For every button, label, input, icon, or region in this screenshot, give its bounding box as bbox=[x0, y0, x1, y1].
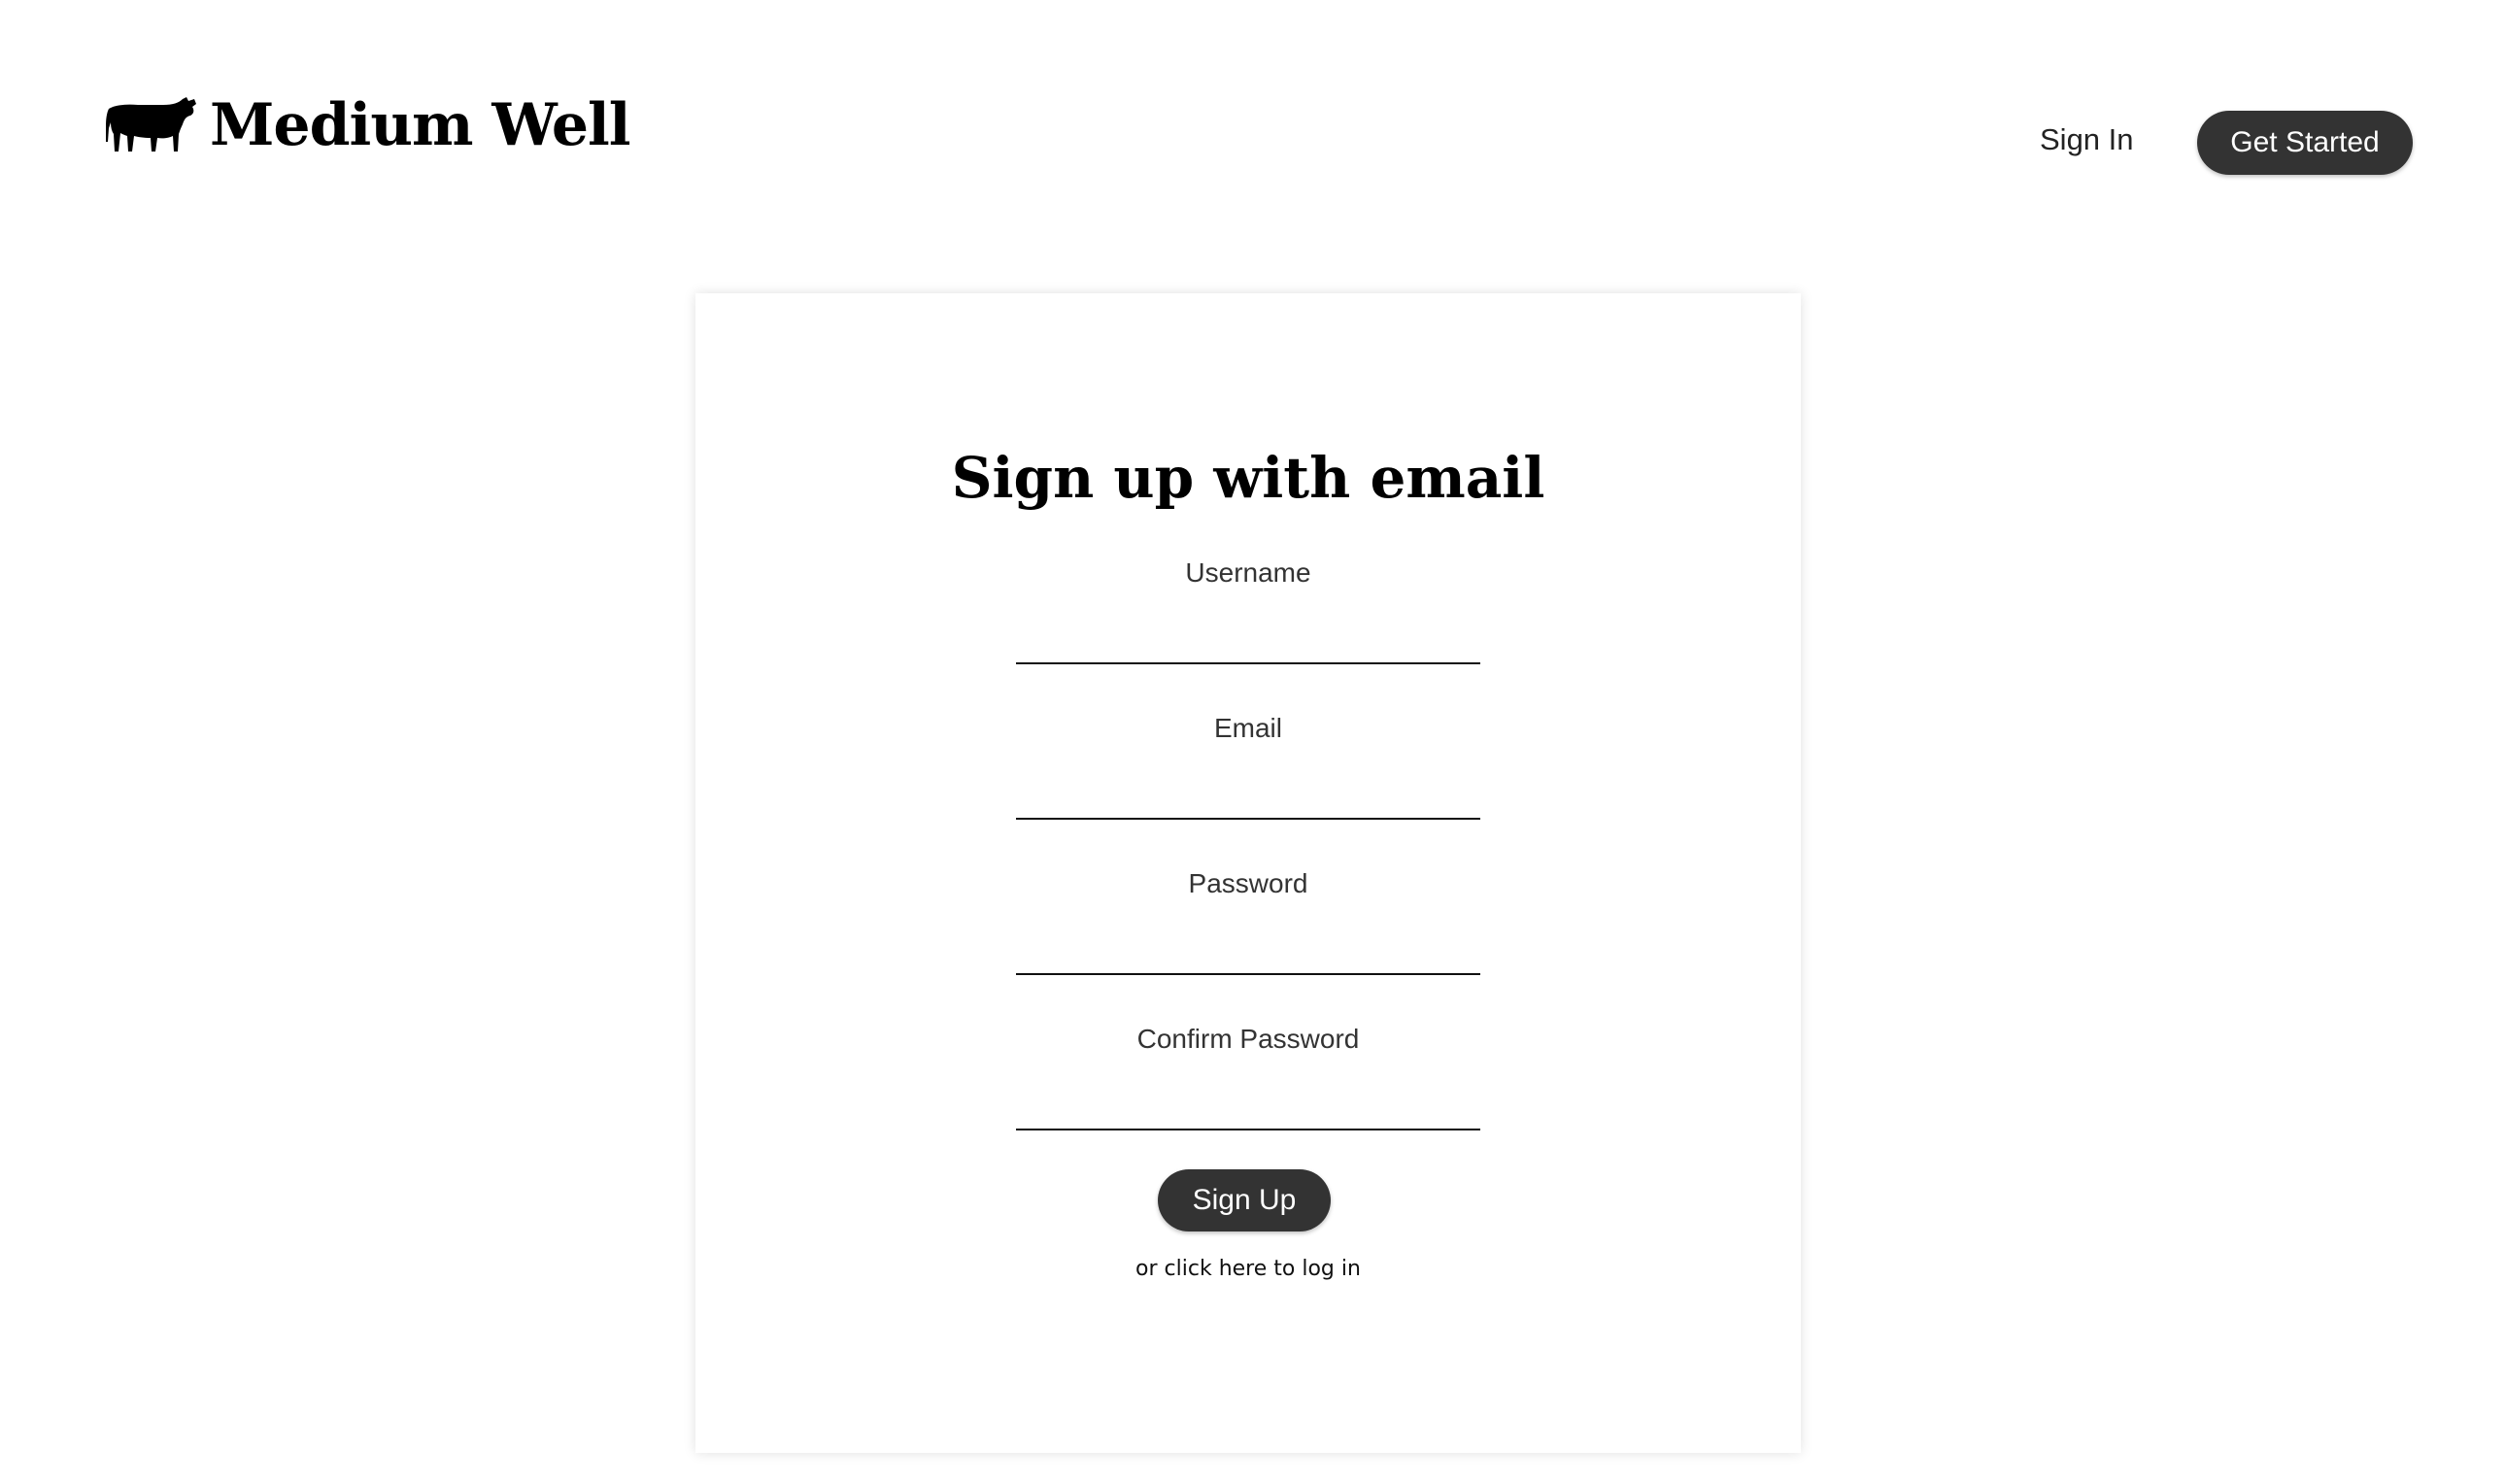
sign-up-button[interactable]: Sign Up bbox=[1158, 1169, 1331, 1231]
brand-name: Medium Well bbox=[210, 91, 631, 159]
sign-in-link[interactable]: Sign In bbox=[2040, 120, 2134, 159]
signup-card: Sign up with email Username Email Passwo… bbox=[695, 293, 1801, 1453]
brand-logo-link[interactable]: Medium Well bbox=[105, 91, 631, 159]
email-input[interactable] bbox=[1016, 775, 1480, 820]
login-link[interactable]: or click here to log in bbox=[695, 1255, 1801, 1284]
cow-icon bbox=[105, 95, 198, 155]
username-label: Username bbox=[1185, 557, 1311, 588]
site-header: Medium Well Sign In Get Started bbox=[0, 0, 2506, 233]
form-title: Sign up with email bbox=[951, 445, 1545, 511]
confirm-password-input[interactable] bbox=[1016, 1086, 1480, 1130]
email-label: Email bbox=[1213, 713, 1282, 743]
password-input[interactable] bbox=[1016, 930, 1480, 975]
get-started-button[interactable]: Get Started bbox=[2197, 111, 2413, 175]
username-input[interactable] bbox=[1016, 620, 1480, 664]
signup-page: Medium Well Sign In Get Started Sign up … bbox=[0, 0, 2506, 1484]
confirm-password-label: Confirm Password bbox=[1136, 1024, 1360, 1054]
password-label: Password bbox=[1188, 868, 1308, 898]
